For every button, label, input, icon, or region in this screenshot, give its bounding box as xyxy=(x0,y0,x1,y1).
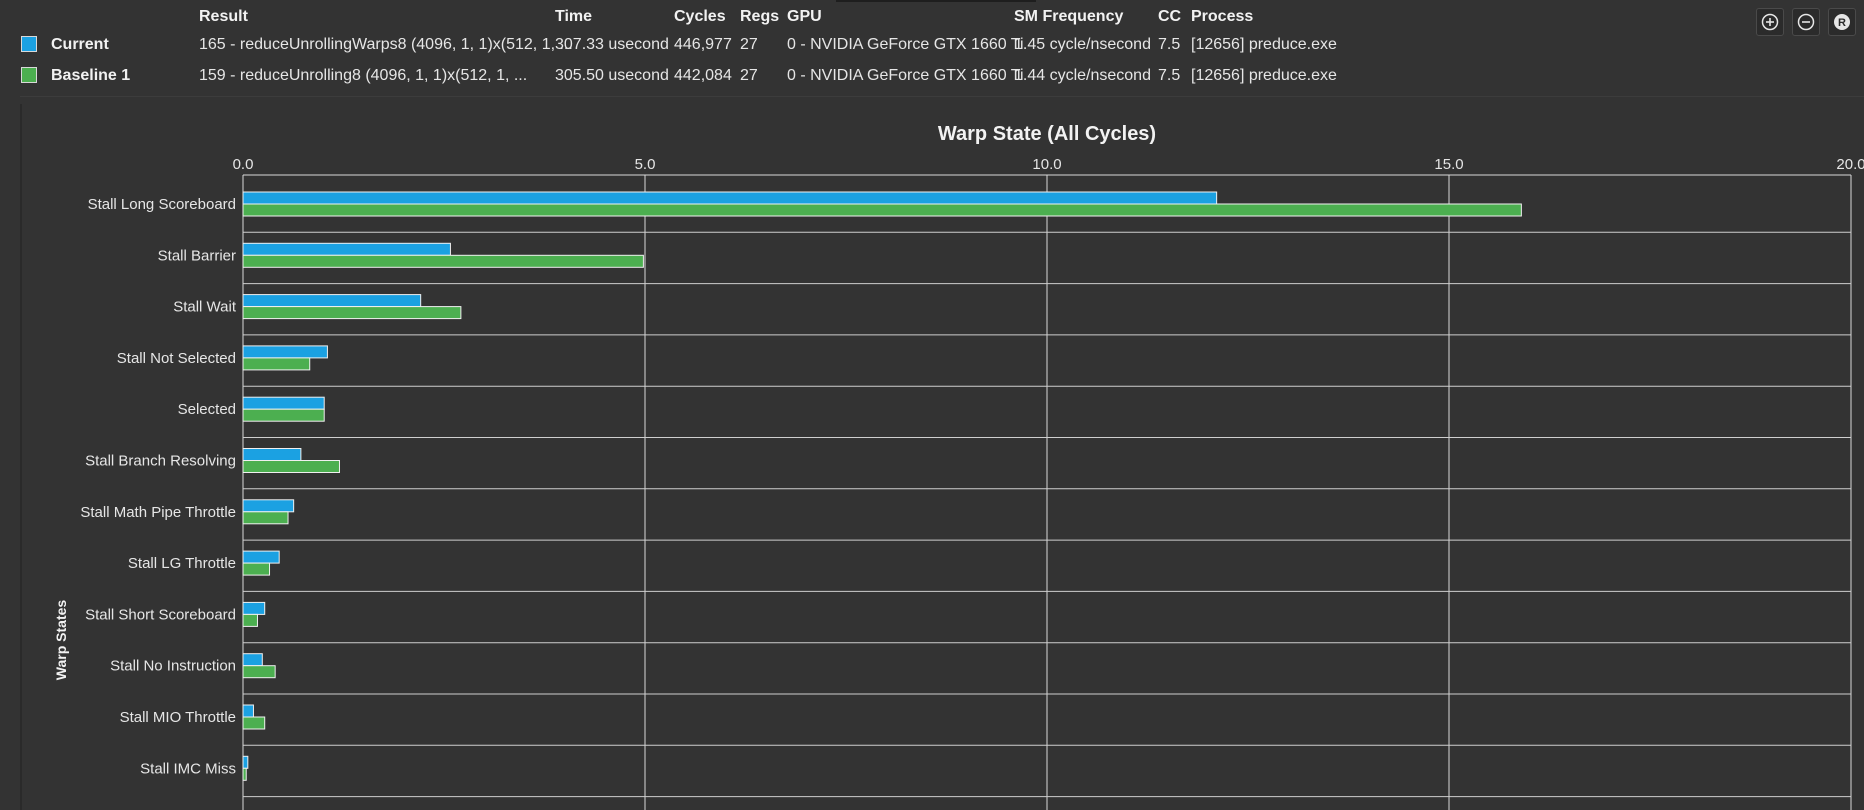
current-bar[interactable] xyxy=(242,242,451,256)
current-bar[interactable] xyxy=(242,448,302,461)
baseline-bar[interactable] xyxy=(242,716,266,730)
chart-title: Warp State (All Cycles) xyxy=(938,123,1156,145)
x-tick-label: 0.0 xyxy=(233,156,254,173)
current-bar[interactable] xyxy=(242,550,280,564)
category-label: Stall Not Selected xyxy=(117,350,236,367)
category-label: Stall MIO Throttle xyxy=(120,709,236,726)
warp-state-chart: Warp State (All Cycles) Warp States 0.0 5… xyxy=(53,123,1864,810)
baseline-bar[interactable] xyxy=(242,408,325,422)
baseline-bar[interactable] xyxy=(242,511,289,525)
current-bar[interactable] xyxy=(242,345,328,359)
y-axis-label: Warp States xyxy=(53,600,69,681)
baseline-bar[interactable] xyxy=(242,203,1522,217)
x-tick-label: 15.0 xyxy=(1434,156,1463,173)
current-bar[interactable] xyxy=(242,704,254,718)
x-tick-label: 5.0 xyxy=(635,156,656,173)
baseline-bar[interactable] xyxy=(242,665,276,679)
baseline-bar[interactable] xyxy=(242,613,258,627)
baseline-bar[interactable] xyxy=(242,460,340,473)
current-bar[interactable] xyxy=(242,191,1218,205)
baseline-bar[interactable] xyxy=(242,562,271,576)
baseline-bar[interactable] xyxy=(242,254,644,268)
x-tick-label: 20.0 xyxy=(1836,156,1864,173)
current-bar[interactable] xyxy=(242,294,422,308)
current-bar[interactable] xyxy=(242,755,249,769)
category-label: Stall No Instruction xyxy=(110,658,236,675)
current-bar[interactable] xyxy=(242,601,266,615)
current-bar[interactable] xyxy=(242,653,263,667)
category-label: Selected xyxy=(178,401,236,418)
baseline-bar[interactable] xyxy=(242,306,462,320)
category-label: Stall Branch Resolving xyxy=(85,453,236,470)
category-label: Stall Short Scoreboard xyxy=(85,606,236,623)
category-label: Stall Barrier xyxy=(158,247,236,264)
category-label: Stall Long Scoreboard xyxy=(88,196,236,213)
baseline-bar[interactable] xyxy=(242,357,311,371)
category-label: Stall LG Throttle xyxy=(128,555,236,572)
category-label: Stall Wait xyxy=(173,299,237,316)
category-label: Stall Math Pipe Throttle xyxy=(80,504,236,521)
category-label: Stall IMC Miss xyxy=(140,760,236,777)
baseline-bar[interactable] xyxy=(242,767,247,781)
current-bar[interactable] xyxy=(242,499,295,513)
x-tick-label: 10.0 xyxy=(1032,156,1061,173)
current-bar[interactable] xyxy=(242,396,325,410)
